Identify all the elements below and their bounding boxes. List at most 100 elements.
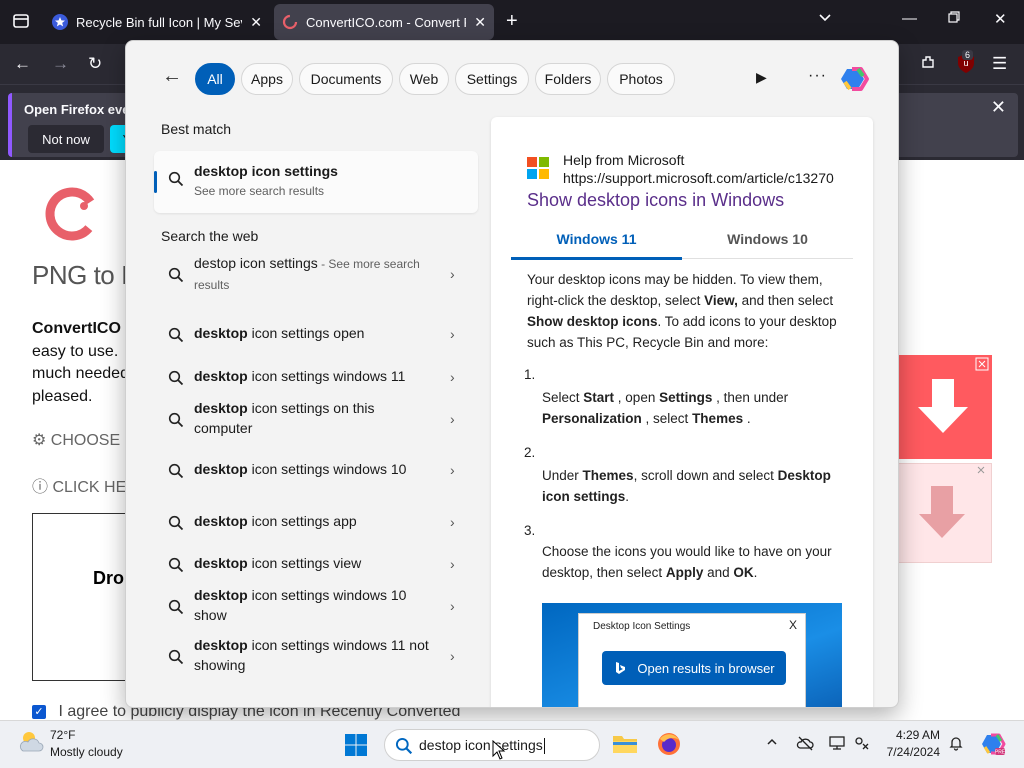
web-result-row[interactable]: destop icon settings - See more search r…: [154, 253, 478, 297]
text-caret: [543, 738, 545, 755]
filter-documents[interactable]: Documents: [299, 63, 393, 95]
web-result-text: desktop icon settings on this computer: [194, 398, 434, 439]
play-icon[interactable]: ▶: [756, 69, 767, 86]
clock-date[interactable]: 7/24/2024: [868, 745, 940, 759]
click-here-link[interactable]: ⓘ CLICK HE: [32, 473, 126, 497]
cloud-offline-icon[interactable]: [796, 735, 814, 754]
dialog-title: Desktop Icon Settings: [593, 621, 691, 632]
chevron-right-icon[interactable]: ›: [450, 411, 455, 427]
close-tab-icon[interactable]: ✕: [474, 14, 486, 31]
result-prefix: desktop: [194, 461, 248, 477]
chevron-up-icon[interactable]: [766, 735, 778, 751]
best-match-label: Best match: [161, 121, 232, 137]
minimize-icon[interactable]: —: [902, 10, 917, 27]
web-result-row[interactable]: desktop icon settings windows 10 ›: [154, 459, 478, 483]
best-match-title: desktop icon settings: [194, 163, 338, 179]
bell-icon[interactable]: [948, 735, 964, 754]
step-3-text: Choose the icons you would like to have …: [542, 544, 832, 580]
tab-converting[interactable]: ConvertICO.com - Convert PNG ✕: [274, 4, 494, 40]
menu-icon[interactable]: ☰: [992, 54, 1007, 74]
converticon-logo-icon: [45, 187, 99, 241]
gear-icon: ⚙: [32, 432, 47, 449]
best-match-subtitle: See more search results: [194, 184, 325, 198]
search-query-text[interactable]: destop icon settings: [419, 737, 545, 755]
not-now-button[interactable]: Not now: [28, 125, 104, 153]
search-icon: [395, 737, 413, 760]
web-result-text: desktop icon settings view: [194, 553, 434, 574]
web-result-row[interactable]: desktop icon settings app ›: [154, 511, 478, 535]
chevron-right-icon[interactable]: ›: [450, 462, 455, 478]
result-suffix: icon settings windows 10: [247, 461, 407, 477]
forward-icon[interactable]: →: [52, 54, 69, 74]
help-article-title[interactable]: Show desktop icons in Windows: [527, 190, 784, 211]
filter-apps[interactable]: Apps: [241, 63, 293, 95]
checkbox-checked-icon[interactable]: ✓: [32, 704, 46, 719]
download-ad-banner-secondary[interactable]: [898, 463, 992, 563]
search-icon: [168, 557, 184, 578]
chevron-right-icon[interactable]: ›: [450, 369, 455, 385]
web-result-row[interactable]: desktop icon settings on this computer ›: [154, 398, 478, 442]
extensions-icon[interactable]: [920, 54, 936, 75]
filter-folders[interactable]: Folders: [535, 63, 601, 95]
chevron-down-icon[interactable]: [818, 11, 832, 30]
chevron-right-icon[interactable]: ›: [450, 266, 455, 282]
clock-time[interactable]: 4:29 AM: [868, 728, 940, 742]
filter-web[interactable]: Web: [399, 63, 449, 95]
open-results-in-browser-button[interactable]: Open results in browser: [602, 651, 786, 685]
web-result-row[interactable]: desktop icon settings windows 11 not sho…: [154, 635, 478, 679]
best-match-result[interactable]: desktop icon settings See more search re…: [154, 151, 478, 213]
weather-cloudy-icon[interactable]: [18, 729, 44, 755]
close-notification-icon[interactable]: ✕: [991, 97, 1006, 118]
help-url[interactable]: https://support.microsoft.com/article/c1…: [563, 170, 839, 186]
weather-condition: Mostly cloudy: [50, 745, 123, 759]
close-tab-icon[interactable]: ✕: [250, 14, 262, 31]
result-prefix: desktop: [194, 513, 248, 529]
tab-windows-11[interactable]: Windows 11: [511, 231, 682, 247]
filter-photos[interactable]: Photos: [607, 63, 675, 95]
new-tab-icon[interactable]: +: [506, 10, 518, 33]
chevron-right-icon[interactable]: ›: [450, 556, 455, 572]
result-prefix: desktop: [194, 587, 248, 603]
firefox-icon[interactable]: [656, 731, 682, 757]
web-result-text: desktop icon settings windows 10: [194, 459, 434, 480]
drop-label: Dro: [93, 568, 124, 588]
windows-start-icon[interactable]: [344, 733, 368, 757]
web-result-row[interactable]: desktop icon settings windows 10 show ›: [154, 585, 478, 629]
tab-title: ConvertICO.com - Convert PNG: [306, 14, 466, 30]
choose-option[interactable]: ⚙ CHOOSE: [32, 430, 120, 450]
close-window-icon[interactable]: ✕: [994, 10, 1007, 28]
chevron-right-icon[interactable]: ›: [450, 514, 455, 530]
web-result-row[interactable]: desktop icon settings open ›: [154, 323, 478, 347]
active-tab-underline: [511, 257, 682, 260]
file-explorer-icon[interactable]: [612, 733, 638, 755]
maximize-icon[interactable]: [948, 10, 960, 27]
reload-icon[interactable]: ↻: [88, 54, 102, 74]
download-ad-banner[interactable]: [898, 355, 992, 459]
result-suffix: icon settings windows 11: [247, 368, 406, 384]
tab-list-icon[interactable]: [12, 12, 30, 35]
display-icon[interactable]: [828, 735, 846, 754]
para-lead: ConvertICO: [32, 320, 121, 337]
tab-recycle-bin[interactable]: Recycle Bin full Icon | My Sever ✕: [44, 4, 270, 40]
close-icon: X: [788, 618, 797, 632]
tab-windows-10[interactable]: Windows 10: [682, 231, 853, 247]
more-options-icon[interactable]: ···: [808, 67, 827, 85]
web-result-row[interactable]: desktop icon settings windows 11 ›: [154, 366, 478, 390]
chevron-right-icon[interactable]: ›: [450, 648, 455, 664]
result-preview: Help from Microsoft https://support.micr…: [491, 117, 873, 707]
filter-all[interactable]: All: [195, 63, 235, 95]
chevron-right-icon[interactable]: ›: [450, 326, 455, 342]
copilot-taskbar-icon[interactable]: PRE: [980, 731, 1006, 757]
filter-settings[interactable]: Settings: [455, 63, 529, 95]
info-icon: ⓘ: [32, 479, 49, 496]
chevron-right-icon[interactable]: ›: [450, 598, 455, 614]
intro-paragraph: Your desktop icons may be hidden. To vie…: [527, 272, 837, 350]
mouse-cursor-icon: [492, 740, 506, 760]
back-arrow-icon[interactable]: ←: [162, 65, 182, 88]
search-icon: [168, 649, 184, 670]
back-icon[interactable]: ←: [14, 54, 31, 74]
copilot-icon[interactable]: [838, 63, 870, 95]
step-number: 3.: [524, 523, 536, 538]
web-result-row[interactable]: desktop icon settings view ›: [154, 553, 478, 577]
step-2-text: Under Themes, scroll down and select Des…: [542, 468, 831, 504]
